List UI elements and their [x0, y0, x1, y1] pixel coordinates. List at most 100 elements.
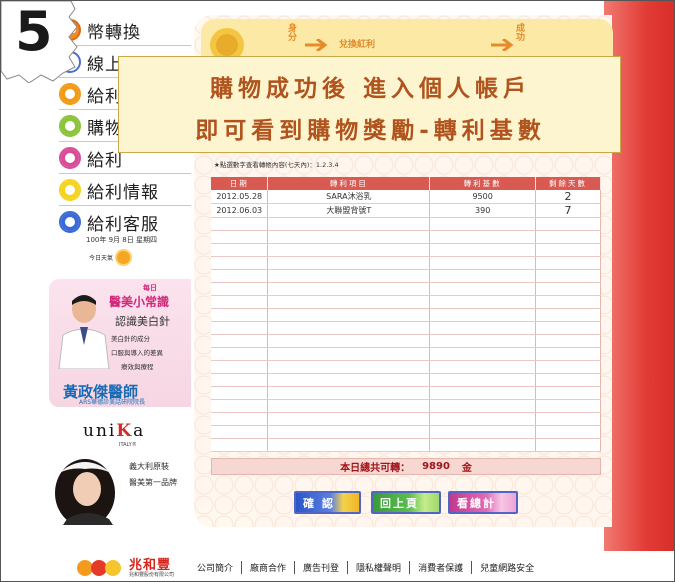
- table-row: [211, 217, 601, 231]
- total-bar: 本日總共可轉： 9890 金: [211, 458, 601, 475]
- footer-link-consumer[interactable]: 消費者保護: [410, 561, 473, 574]
- footer-link-partner[interactable]: 廠商合作: [242, 561, 296, 574]
- table-row: [211, 334, 601, 348]
- item-cell: [267, 399, 431, 413]
- days-cell: [535, 295, 601, 309]
- footer-links: 公司簡介 廠商合作 廣告刊登 隱私權聲明 消費者保護 兒童網路安全: [197, 561, 542, 574]
- table-row: [211, 230, 601, 244]
- footer-link-about[interactable]: 公司簡介: [197, 561, 243, 574]
- table-row: [211, 282, 601, 296]
- date-cell: [211, 282, 269, 296]
- date-cell: [211, 308, 269, 322]
- item-cell: 大聯盟背號T: [267, 203, 431, 218]
- item-cell: [267, 217, 431, 231]
- back-button[interactable]: 回上頁: [371, 491, 441, 514]
- ad-title: 醫美小常識: [109, 295, 170, 309]
- base-cell: [429, 334, 537, 348]
- date-cell: [211, 295, 269, 309]
- weather-label: 今日天氣: [89, 255, 114, 262]
- unika-ad[interactable]: uniKa ITALY® 義大利原裝 醫美第一品牌: [49, 409, 191, 525]
- view-total-button[interactable]: 看總計: [448, 491, 518, 514]
- beauty-ad[interactable]: 每日 醫美小常識 認識美白針 美白針的成分 口服與導入的差異 療效與療程 黃政傑…: [49, 279, 191, 407]
- table-body: 2012.05.28 SARA沐浴乳 9500 2 2012.06.03 大聯盟背號T 39…: [211, 190, 601, 452]
- table-row: [211, 269, 601, 283]
- table-row[interactable]: 2012.05.28 SARA沐浴乳 9500 2: [211, 190, 601, 204]
- brand-subtitle: 兆和豐股份有限公司: [129, 572, 175, 578]
- ad-line: 美白針的成分: [111, 335, 150, 343]
- doctor-title: ARS華德診美話研院院長: [79, 399, 146, 406]
- days-cell: [535, 217, 601, 231]
- hero-word: 成功: [514, 23, 524, 41]
- date-cell: 2012.06.03: [211, 203, 269, 218]
- item-cell: [267, 425, 431, 439]
- days-cell: [535, 256, 601, 270]
- base-cell: [429, 438, 537, 452]
- days-cell: [535, 230, 601, 244]
- menu-label: 給利情報: [87, 182, 159, 203]
- table-row: [211, 399, 601, 413]
- days-cell: [535, 373, 601, 387]
- circle-icon: [59, 83, 81, 105]
- column-header: 日期: [211, 177, 269, 190]
- base-cell: [429, 347, 537, 361]
- logo-text: K: [116, 421, 134, 441]
- menu-item-service[interactable]: 給利客服: [59, 209, 191, 235]
- page-frame: CO 幣轉換 線上 給利 購物 給利 給利情報 給利: [0, 0, 675, 582]
- date-cell: [211, 412, 269, 426]
- date-cell: [211, 360, 269, 374]
- ad-line: 醫美第一品牌: [129, 478, 177, 487]
- days-cell: [535, 412, 601, 426]
- table-row[interactable]: 2012.06.03 大聯盟背號T 390 7: [211, 203, 601, 218]
- logo-tagline: ITALY®: [119, 442, 137, 448]
- days-cell: [535, 334, 601, 348]
- date-cell: [211, 243, 269, 257]
- days-cell: [535, 438, 601, 452]
- days-cell: [535, 425, 601, 439]
- item-cell: [267, 438, 431, 452]
- hero-word: 兌換紅利: [339, 40, 376, 50]
- menu-item-news[interactable]: 給利情報: [59, 177, 191, 203]
- doctor-photo: [58, 295, 110, 369]
- table-row: [211, 321, 601, 335]
- table-row: [211, 347, 601, 361]
- date-text: 100年 9月 8日 星期四: [86, 236, 157, 244]
- base-cell: [429, 295, 537, 309]
- date-cell: [211, 373, 269, 387]
- item-cell: [267, 256, 431, 270]
- ad-day: 每日: [143, 284, 157, 292]
- footer-link-privacy[interactable]: 隱私權聲明: [348, 561, 411, 574]
- item-cell: SARA沐浴乳: [267, 190, 431, 204]
- logo-text: uni: [83, 421, 117, 441]
- footer-link-child-safety[interactable]: 兒童網路安全: [472, 561, 542, 574]
- base-cell: [429, 230, 537, 244]
- days-cell: [535, 269, 601, 283]
- banner-line: 即可看到購物獎勵-轉利基數: [195, 118, 546, 144]
- date-cell: [211, 321, 269, 335]
- base-cell: [429, 373, 537, 387]
- item-cell: [267, 360, 431, 374]
- date-cell: [211, 230, 269, 244]
- base-cell: [429, 269, 537, 283]
- confirm-button[interactable]: 確 認: [294, 491, 361, 514]
- table-row: [211, 360, 601, 374]
- item-cell: [267, 412, 431, 426]
- base-cell: 9500: [429, 190, 537, 204]
- item-cell: [267, 295, 431, 309]
- table-header-row: 日期 轉利項目 轉利基數 剩餘天數: [211, 177, 601, 190]
- base-cell: [429, 308, 537, 322]
- footer-link-ads[interactable]: 廣告刊登: [295, 561, 349, 574]
- base-cell: [429, 386, 537, 400]
- table-row: [211, 412, 601, 426]
- ad-subtitle: 認識美白針: [115, 315, 170, 328]
- instruction-banner: 購物成功後 進入個人帳戶 即可看到購物獎勵-轉利基數: [118, 56, 621, 153]
- base-cell: [429, 282, 537, 296]
- date-cell: [211, 256, 269, 270]
- banner-line: 購物成功後 進入個人帳戶: [209, 76, 531, 102]
- circle-icon: [59, 147, 81, 169]
- weather: 今日天氣: [89, 251, 131, 264]
- base-cell: 390: [429, 203, 537, 218]
- days-cell: [535, 347, 601, 361]
- ad-line: 口服與導入的差異: [111, 349, 163, 357]
- table-note: ★點選數字查看轉帳內容(七天內)：1.2.3.4: [214, 161, 339, 169]
- table-row: [211, 295, 601, 309]
